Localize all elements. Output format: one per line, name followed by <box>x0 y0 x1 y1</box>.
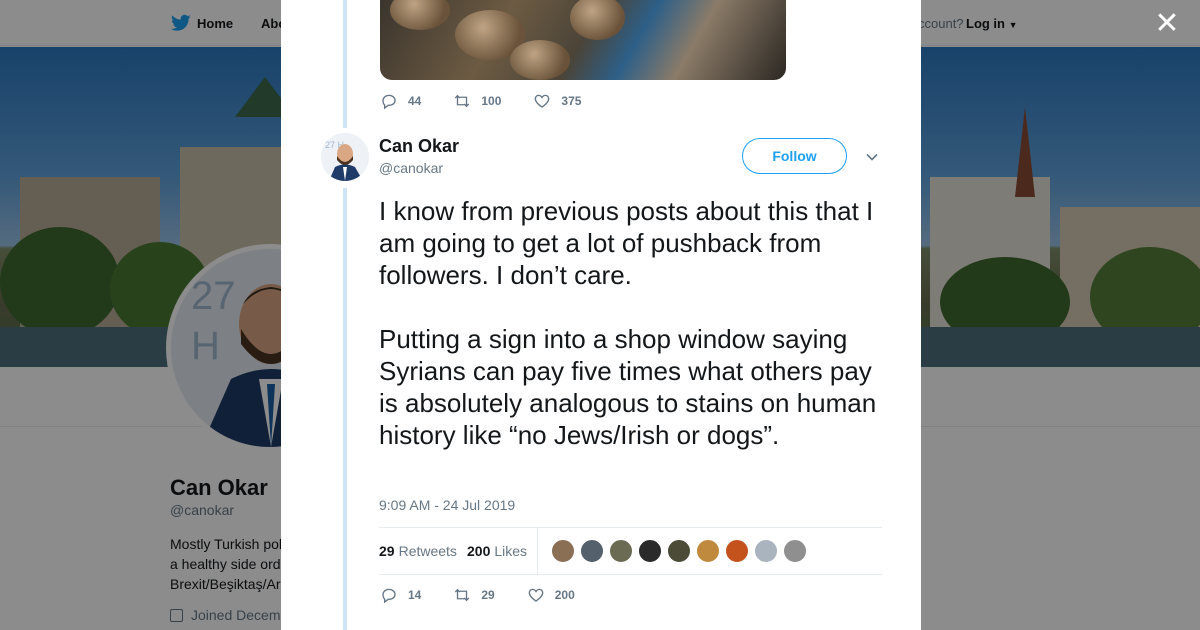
reply-icon <box>382 588 396 604</box>
chevron-down-icon[interactable] <box>865 150 879 164</box>
tweet-timestamp[interactable]: 9:09 AM - 24 Jul 2019 <box>379 497 515 513</box>
reply-icon <box>382 94 396 110</box>
liker-avatar[interactable] <box>696 539 720 563</box>
liker-avatar[interactable] <box>551 539 575 563</box>
liker-avatars <box>551 539 812 563</box>
liker-avatar[interactable] <box>638 539 662 563</box>
like-button[interactable]: 200 <box>527 586 575 604</box>
likes-stat-count: 200 <box>467 543 491 559</box>
retweet-icon <box>455 588 470 602</box>
liker-avatar[interactable] <box>754 539 778 563</box>
retweet-button[interactable]: 29 <box>453 586 495 604</box>
thread-connector-line <box>343 188 347 630</box>
thread-connector-line <box>343 0 347 128</box>
retweets-stat-label: Retweets <box>398 543 457 559</box>
retweets-stat-count: 29 <box>379 543 395 559</box>
like-count: 200 <box>554 588 575 602</box>
heart-icon <box>528 588 544 602</box>
previous-tweet-actions: 44 100 375 <box>380 92 609 110</box>
liker-avatar[interactable] <box>580 539 604 563</box>
liker-avatar[interactable] <box>725 539 749 563</box>
liker-avatar[interactable] <box>609 539 633 563</box>
likes-stat-label: Likes <box>494 543 528 559</box>
tweet-stats: 29 Retweets 200 Likes <box>379 527 882 575</box>
tweet-author-handle[interactable]: @canokar <box>379 160 443 176</box>
tweet-modal: 44 100 375 27 H Can Okar @canokar Follow… <box>281 0 921 630</box>
like-count: 375 <box>561 94 582 108</box>
liker-avatar[interactable] <box>667 539 691 563</box>
tweet-author-avatar[interactable]: 27 H <box>321 133 369 181</box>
retweet-button[interactable]: 100 <box>453 92 501 110</box>
like-button[interactable]: 375 <box>533 92 581 110</box>
tweet-author-name[interactable]: Can Okar <box>379 136 459 157</box>
retweet-count: 100 <box>481 94 502 108</box>
heart-icon <box>535 94 550 108</box>
retweets-stat[interactable]: 29 Retweets <box>379 543 457 559</box>
reply-button[interactable]: 44 <box>380 92 421 110</box>
follow-button[interactable]: Follow <box>742 138 847 174</box>
tweet-photo[interactable] <box>380 0 786 80</box>
reply-button[interactable]: 14 <box>380 586 421 604</box>
tweet-actions: 14 29 200 <box>380 586 603 604</box>
close-icon[interactable]: ✕ <box>1153 9 1181 39</box>
retweet-count: 29 <box>481 588 495 602</box>
reply-count: 44 <box>408 94 422 108</box>
liker-avatar[interactable] <box>783 539 807 563</box>
tweet-text: I know from previous posts about this th… <box>379 196 877 450</box>
reply-count: 14 <box>408 588 422 602</box>
likes-stat[interactable]: 200 Likes <box>467 543 527 559</box>
retweet-icon <box>455 94 470 108</box>
